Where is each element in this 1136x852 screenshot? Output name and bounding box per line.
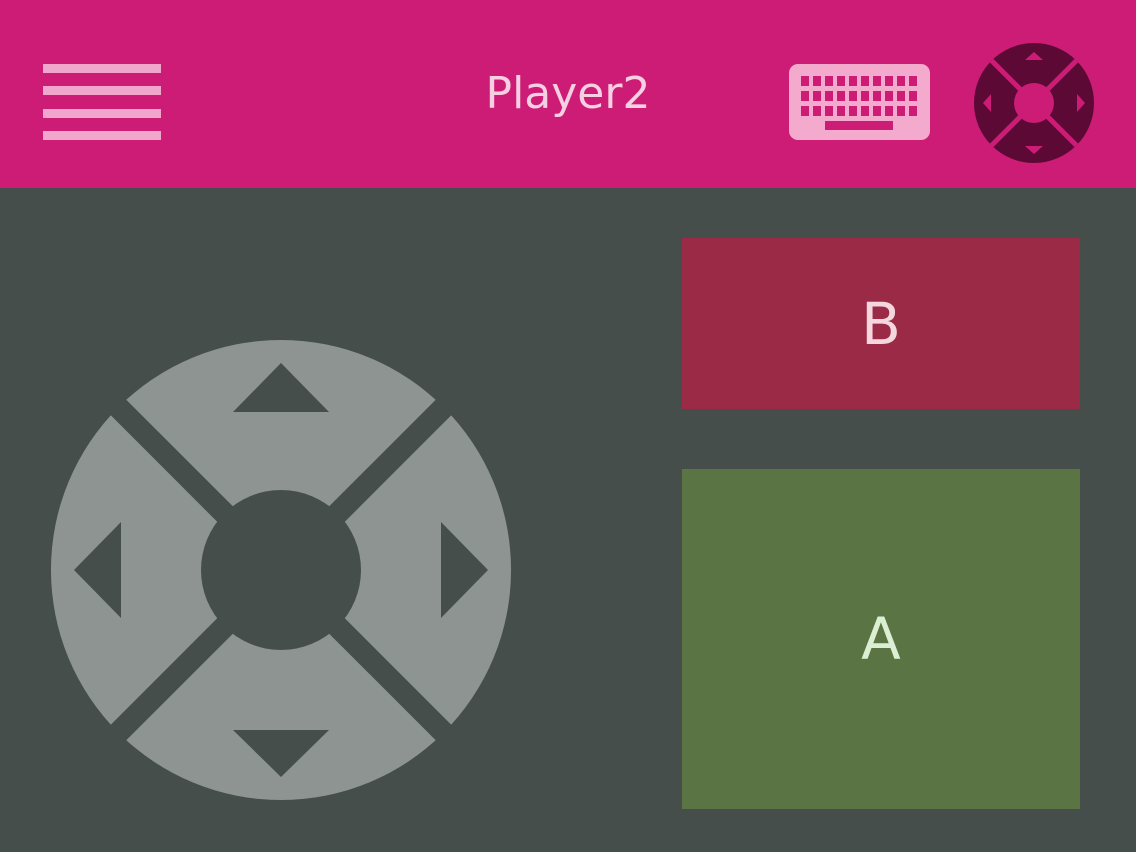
keyboard-key	[801, 91, 809, 101]
keyboard-key	[837, 106, 845, 116]
keyboard-key	[849, 106, 857, 116]
keyboard-key	[849, 91, 857, 101]
page-title: Player2	[485, 68, 651, 119]
keyboard-key	[849, 76, 857, 86]
keyboard-icon	[789, 64, 930, 140]
keyboard-button[interactable]	[789, 64, 930, 140]
keyboard-key	[813, 91, 821, 101]
dpad	[33, 322, 529, 818]
keyboard-key	[909, 76, 917, 86]
dpad-gamepad-icon	[974, 43, 1094, 163]
b-button-label: B	[861, 289, 901, 358]
keyboard-key	[837, 76, 845, 86]
keyboard-spacebar	[825, 121, 893, 130]
keyboard-key	[861, 76, 869, 86]
keyboard-key	[885, 91, 893, 101]
keyboard-key	[909, 106, 917, 116]
keyboard-key	[813, 76, 821, 86]
keyboard-key	[873, 106, 881, 116]
keyboard-key	[825, 106, 833, 116]
menu-button[interactable]	[43, 64, 161, 140]
app-header: Player2	[0, 0, 1136, 188]
keyboard-key	[873, 91, 881, 101]
keyboard-key	[897, 91, 905, 101]
keyboard-key	[825, 91, 833, 101]
keyboard-key	[885, 76, 893, 86]
a-button-label: A	[861, 605, 901, 673]
keyboard-key	[885, 106, 893, 116]
dpad-center	[201, 490, 361, 650]
a-button[interactable]: A	[682, 469, 1080, 809]
keyboard-key	[813, 106, 821, 116]
keyboard-key	[801, 76, 809, 86]
keyboard-key	[837, 91, 845, 101]
keyboard-key	[825, 76, 833, 86]
b-button[interactable]: B	[682, 238, 1080, 409]
keyboard-key	[897, 106, 905, 116]
gamepad-button[interactable]	[973, 42, 1095, 164]
keyboard-key	[861, 106, 869, 116]
keyboard-key	[801, 106, 809, 116]
keyboard-key	[861, 91, 869, 101]
keyboard-key	[897, 76, 905, 86]
keyboard-key	[873, 76, 881, 86]
keyboard-key	[909, 91, 917, 101]
